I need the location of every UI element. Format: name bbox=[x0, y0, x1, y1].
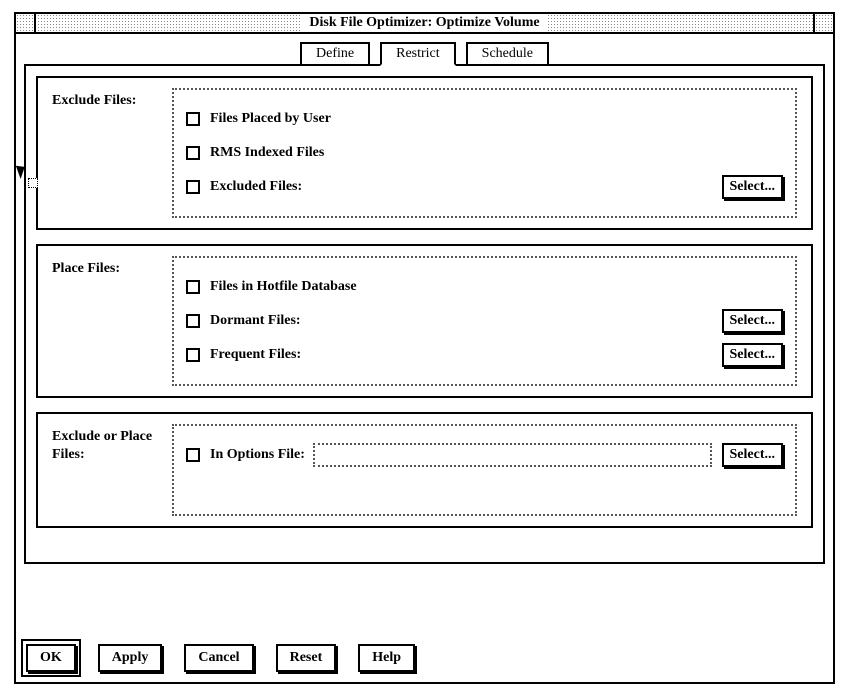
label-dormant: Dormant Files: bbox=[210, 313, 722, 329]
checkbox-dormant[interactable] bbox=[186, 314, 200, 328]
client-area: Define Restrict Schedule Exclude Files: … bbox=[16, 34, 833, 682]
place-row-dormant: Dormant Files: Select... bbox=[186, 306, 783, 336]
options-row-in-file: In Options File: Select... bbox=[186, 440, 783, 470]
options-file-field[interactable] bbox=[313, 443, 712, 467]
checkbox-excluded-files[interactable] bbox=[186, 180, 200, 194]
ok-button[interactable]: OK bbox=[26, 644, 76, 672]
section-options: Exclude or Place Files: In Options File:… bbox=[36, 412, 813, 528]
checkbox-hotfile[interactable] bbox=[186, 280, 200, 294]
place-row-hotfile: Files in Hotfile Database bbox=[186, 272, 783, 302]
button-row: OK Apply Cancel Reset Help bbox=[26, 644, 415, 672]
section-place: Place Files: Files in Hotfile Database D… bbox=[36, 244, 813, 398]
window-menu-icon[interactable] bbox=[16, 14, 36, 32]
section-place-label: Place Files: bbox=[52, 256, 172, 278]
section-options-label: Exclude or Place Files: bbox=[52, 424, 172, 463]
select-excluded-files-button[interactable]: Select... bbox=[722, 175, 783, 199]
apply-button[interactable]: Apply bbox=[98, 644, 163, 672]
checkbox-placed-by-user[interactable] bbox=[186, 112, 200, 126]
tab-schedule[interactable]: Schedule bbox=[466, 42, 549, 66]
section-options-inner: In Options File: Select... bbox=[172, 424, 797, 516]
window-title-area: Disk File Optimizer: Optimize Volume bbox=[36, 14, 813, 32]
select-dormant-button[interactable]: Select... bbox=[722, 309, 783, 333]
label-hotfile: Files in Hotfile Database bbox=[210, 279, 783, 295]
help-button[interactable]: Help bbox=[358, 644, 415, 672]
title-bar: Disk File Optimizer: Optimize Volume bbox=[16, 14, 833, 34]
label-rms-indexed: RMS Indexed Files bbox=[210, 145, 783, 161]
window-control-icon[interactable] bbox=[813, 14, 833, 32]
reset-button[interactable]: Reset bbox=[276, 644, 337, 672]
label-placed-by-user: Files Placed by User bbox=[210, 111, 783, 127]
section-exclude: Exclude Files: Files Placed by User RMS … bbox=[36, 76, 813, 230]
window-frame: Disk File Optimizer: Optimize Volume Def… bbox=[14, 12, 835, 684]
window-title: Disk File Optimizer: Optimize Volume bbox=[301, 15, 547, 31]
label-excluded-files: Excluded Files: bbox=[210, 179, 722, 195]
select-options-file-button[interactable]: Select... bbox=[722, 443, 783, 467]
section-exclude-inner: Files Placed by User RMS Indexed Files E… bbox=[172, 88, 797, 218]
checkbox-rms-indexed[interactable] bbox=[186, 146, 200, 160]
stray-box-icon bbox=[28, 178, 38, 188]
cancel-button[interactable]: Cancel bbox=[184, 644, 253, 672]
section-exclude-label: Exclude Files: bbox=[52, 88, 172, 110]
exclude-row-placed-by-user: Files Placed by User bbox=[186, 104, 783, 134]
tab-define[interactable]: Define bbox=[300, 42, 370, 66]
checkbox-frequent[interactable] bbox=[186, 348, 200, 362]
exclude-row-rms-indexed: RMS Indexed Files bbox=[186, 138, 783, 168]
select-frequent-button[interactable]: Select... bbox=[722, 343, 783, 367]
checkbox-in-options-file[interactable] bbox=[186, 448, 200, 462]
exclude-row-excluded-files: Excluded Files: Select... bbox=[186, 172, 783, 202]
section-place-inner: Files in Hotfile Database Dormant Files:… bbox=[172, 256, 797, 386]
tab-restrict[interactable]: Restrict bbox=[380, 42, 456, 66]
tab-content: Exclude Files: Files Placed by User RMS … bbox=[24, 64, 825, 564]
place-row-frequent: Frequent Files: Select... bbox=[186, 340, 783, 370]
tab-row: Define Restrict Schedule bbox=[24, 40, 825, 64]
label-frequent: Frequent Files: bbox=[210, 347, 722, 363]
label-in-options-file: In Options File: bbox=[210, 447, 305, 463]
